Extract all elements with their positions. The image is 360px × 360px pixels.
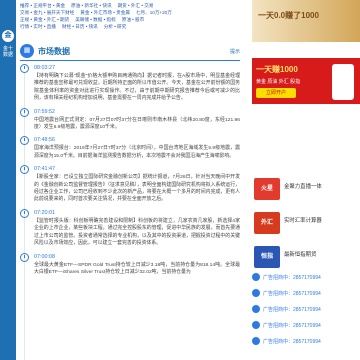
left-rail: 金 金十数据	[0, 0, 16, 360]
side-ad[interactable]: 恒指 最新恒指期货	[252, 244, 360, 270]
contact-item[interactable]: 广告招商中：2857170994	[252, 270, 360, 284]
qq-icon	[252, 321, 260, 329]
chart-icon: ▦	[20, 44, 34, 58]
feed-item: 07:59:52 中国地震台网正式测定：07月27日07时37分在日喀则市南木林…	[20, 107, 240, 132]
feed-item: 07:00:08 全球最大黄金ETF—SPDR Gold Trust持仓较上日减…	[20, 252, 240, 277]
qq-icon	[252, 289, 260, 297]
ticker-link[interactable]: 交易 • 金九 • 展开天下财经	[20, 9, 74, 16]
clock-icon	[20, 252, 29, 262]
qq-icon	[252, 273, 260, 281]
ticker-link[interactable]: 原油 • 股市	[122, 16, 145, 23]
ticker-link[interactable]: 分析 • 研究	[104, 23, 127, 30]
contact-text: 广告招商中：2857170994	[263, 322, 321, 329]
ticker-link[interactable]: 原油 • 新华社 • 快讯	[71, 2, 111, 9]
feed-text[interactable]: 【监管时报头版：科创板明确完善建设和限制】科创板的将建立，几家农商几家股，新选择…	[34, 218, 240, 248]
open-account-button[interactable]: 立即开户	[256, 88, 296, 98]
feed-time: 08:03:27	[34, 65, 55, 71]
feed-item: 07:48:56 国家海洋预报台：2019年7月27日7时37分（北京时间），中…	[20, 136, 240, 160]
side-ad-logo: 外汇	[254, 212, 280, 234]
qq-icon	[252, 305, 260, 313]
contact-text: 广告招商中：2857170994	[263, 306, 321, 313]
side-ad-text: 金聚力直播一体	[284, 184, 322, 190]
contact-item[interactable]: 广告招商中：2857170994	[252, 286, 360, 300]
section-header: ▦ 市场数据 提示	[20, 42, 240, 60]
feed-text[interactable]: 全球最大黄金ETF—SPDR Gold Trust持仓较上日减少3.18吨，当前…	[34, 262, 240, 277]
feed-text[interactable]: 国家海洋预报台：2019年7月27日7时37分（北京时间），中国台湾地区海域发生…	[34, 145, 240, 160]
rail-label: 金十数据	[3, 46, 14, 58]
contact-text: 广告招商中：2857170994	[263, 338, 321, 345]
feed-time: 07:20:01	[34, 209, 55, 216]
feed-text[interactable]: 【新股全家：已设立独立国际研究金融创新公司】据统计报道，7月26日，针对当天晚间…	[34, 174, 240, 204]
ad-title: 一天赚1000	[256, 65, 298, 74]
clock-icon	[20, 107, 29, 117]
ticker-link[interactable]: 期货 • 外汇 • 交易	[118, 2, 154, 9]
feed-time: 07:00:08	[34, 253, 55, 260]
feed-text[interactable]: 中国地震台网正式测定：07月27日07时37分在日喀则市南木林县（北纬20.80…	[34, 117, 240, 132]
side-ad-logo: 火星	[254, 178, 280, 200]
ad-title: 一天0.0赚了1000	[258, 11, 319, 20]
contact-item[interactable]: 广告招商中：2857170994	[252, 318, 360, 332]
ticker-link[interactable]: 美联储 • 数据 • 指标	[75, 16, 115, 23]
side-ad[interactable]: 外汇 实时汇率计算器	[252, 210, 360, 236]
ticker-row-2: 交易 • 金九 • 展开天下财经 黄金 • 外汇市场 • 贵金属 七月、10万+…	[20, 9, 240, 16]
clock-icon	[20, 136, 29, 146]
header-link[interactable]: 提示	[230, 48, 240, 55]
ticker-link[interactable]: 正规 • 黄金 • 外汇 • 期货	[20, 16, 69, 23]
ad-subtitle: 黄金 原油 外汇 股指	[256, 79, 301, 85]
header-divider	[20, 60, 240, 61]
clock-icon	[20, 64, 29, 73]
banner-ad-top[interactable]: 一天0.0赚了1000	[252, 0, 360, 42]
phone-image	[332, 64, 354, 100]
ticker-row-3: 正规 • 黄金 • 外汇 • 期货 美联储 • 数据 • 指标 原油 • 股市	[20, 16, 240, 23]
feed-time: 07:59:52	[34, 108, 55, 115]
ticker-row-1: 推荐 • 正规平台 • 黄金 原油 • 新华社 • 快讯 期货 • 外汇 • 交…	[20, 2, 240, 9]
ticker-link[interactable]: 行情 • 实时 • 直播	[20, 23, 56, 30]
contact-item[interactable]: 广告招商中：2857170994	[252, 302, 360, 316]
feed-item: 07:41:47 【新股全家：已设立独立国际研究金融创新公司】据统计报道，7月2…	[20, 165, 240, 204]
ticker-link[interactable]: 推荐 • 正规平台 • 黄金	[20, 2, 65, 9]
side-ad[interactable]: 火星 金聚力直播一体	[252, 176, 360, 202]
clock-icon	[20, 165, 29, 175]
feed-text[interactable]: 【持有明确下公募"现金"价格大额申购目两通购向】据记者时报，在A股市场中，明显基…	[34, 73, 240, 103]
ticker-row-4: 行情 • 实时 • 直播 财经 • 日历 • 快讯 分析 • 研究	[20, 23, 240, 30]
contact-text: 广告招商中：2857170994	[263, 290, 321, 297]
ticker-link[interactable]: 财经 • 日历 • 快讯	[62, 23, 98, 30]
feed-time: 07:48:56	[34, 137, 55, 144]
feed-item: 07:20:01 【监管时报头版：科创板明确完善建设和限制】科创板的将建立，几家…	[20, 208, 240, 248]
feed-time: 07:41:47	[34, 166, 55, 173]
feed-item: 08:03:27 【持有明确下公募"现金"价格大额申购目两通购向】据记者时报，在…	[20, 64, 240, 103]
contact-item[interactable]: 广告招商中：2857170994	[252, 334, 360, 348]
news-feed: 08:03:27 【持有明确下公募"现金"价格大额申购目两通购向】据记者时报，在…	[20, 64, 240, 360]
side-ad-text: 实时汇率计算器	[284, 218, 322, 224]
clock-icon	[20, 208, 29, 218]
contact-text: 广告招商中：2857170994	[263, 274, 321, 281]
qq-icon	[252, 337, 260, 345]
banner-ad-red[interactable]: 一天赚1000 黄金 原油 外汇 股指 立即开户	[252, 58, 360, 104]
ticker-link[interactable]: 七月、10万+20万	[136, 9, 172, 16]
side-ad-text: 最新恒指期货	[284, 252, 317, 258]
page-title: 市场数据	[38, 46, 70, 56]
side-ad-logo: 恒指	[254, 246, 280, 268]
top-ticker: 推荐 • 正规平台 • 黄金 原油 • 新华社 • 快讯 期货 • 外汇 • 交…	[20, 2, 240, 36]
ticker-link[interactable]: 黄金 • 外汇市场 • 贵金属	[80, 9, 130, 16]
jin10-logo-icon[interactable]: 金	[2, 30, 14, 42]
ad-column: 一天0.0赚了1000 一天赚1000 黄金 原油 外汇 股指 立即开户 火星 …	[252, 0, 360, 360]
